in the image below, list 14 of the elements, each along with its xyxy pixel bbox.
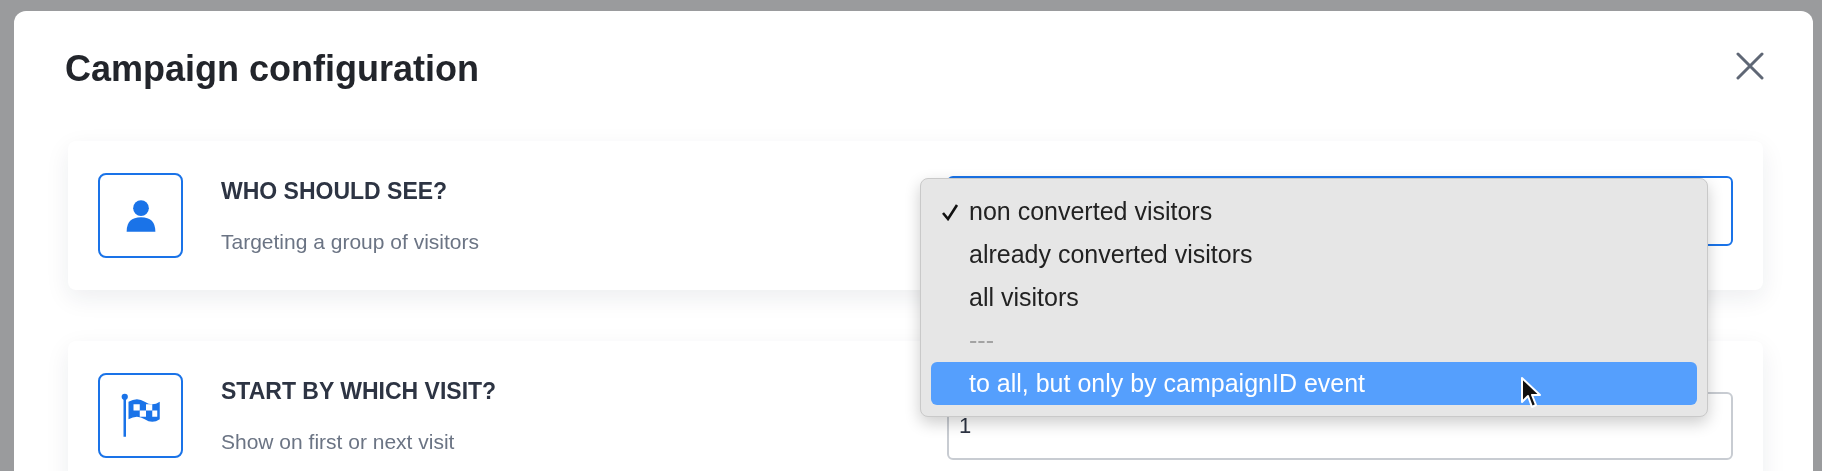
- menu-option[interactable]: non converted visitors: [931, 190, 1697, 233]
- section-description: Show on first or next visit: [221, 430, 456, 452]
- checkered-flag-icon: [120, 393, 161, 438]
- section-heading: START BY WHICH VISIT?: [221, 379, 497, 403]
- input-value: 1: [959, 412, 972, 440]
- menu-option[interactable]: already converted visitors: [931, 233, 1697, 276]
- section-description: Targeting a group of visitors: [221, 230, 479, 252]
- dialog-title: Campaign configuration: [65, 47, 479, 91]
- close-icon[interactable]: [1735, 51, 1765, 81]
- menu-separator: ---: [969, 324, 994, 356]
- section-heading: WHO SHOULD SEE?: [221, 179, 449, 203]
- mouse-pointer-icon: [1520, 376, 1544, 410]
- checkmark-icon: [941, 202, 959, 221]
- menu-option[interactable]: all visitors: [931, 276, 1697, 319]
